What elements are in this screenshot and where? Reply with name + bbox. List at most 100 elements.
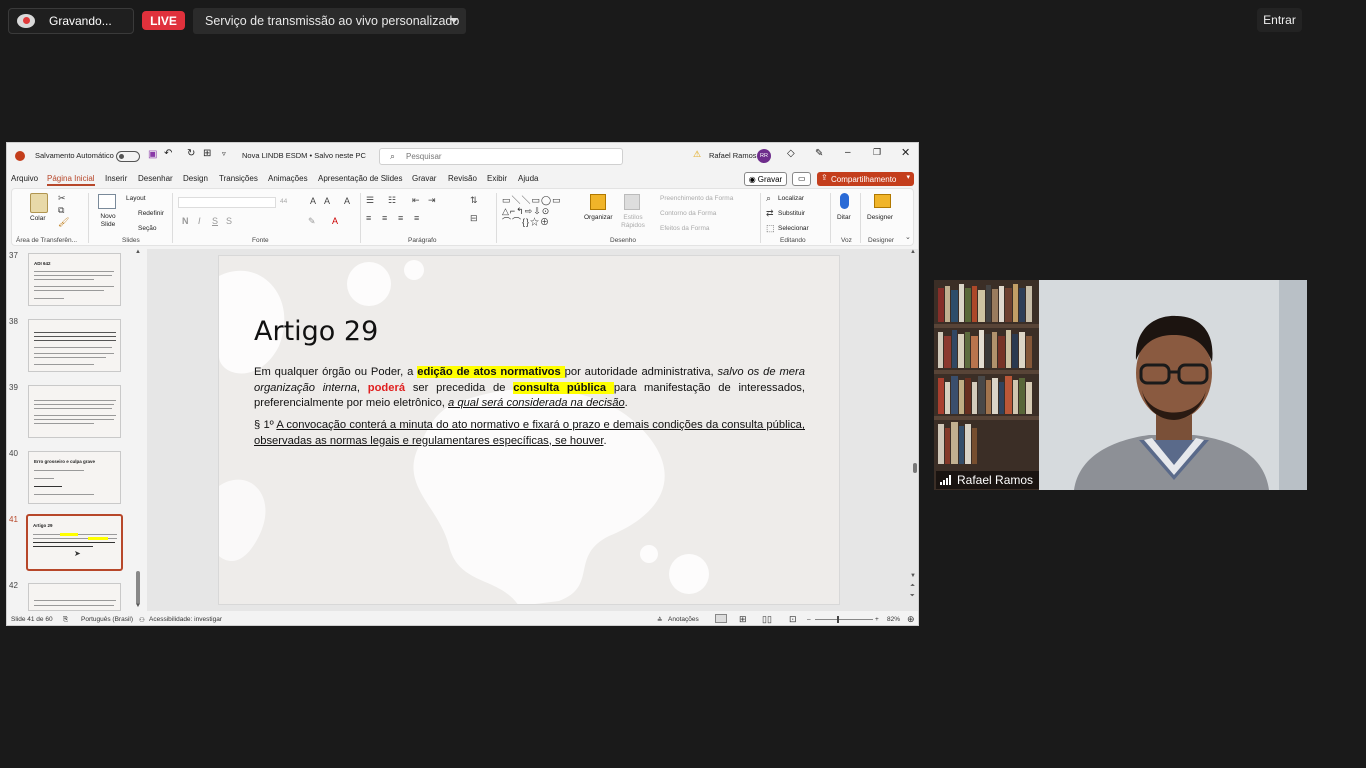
collapse-ribbon-icon[interactable]: ⌄ xyxy=(905,233,911,241)
microphone-icon[interactable] xyxy=(840,193,849,209)
language-indicator[interactable]: Português (Brasil) xyxy=(81,616,133,623)
slide-paragraph-2[interactable]: § 1º A convocação conterá a minuta do at… xyxy=(254,418,805,449)
paste-icon[interactable] xyxy=(30,193,48,213)
zoom-slider-thumb[interactable] xyxy=(837,616,839,623)
zoom-out-icon[interactable]: – xyxy=(807,616,811,623)
user-name[interactable]: Rafael Ramos xyxy=(709,151,757,160)
section-button[interactable]: Seção xyxy=(138,225,156,232)
slide-title[interactable]: Artigo 29 xyxy=(254,316,378,347)
slide-thumbnail[interactable] xyxy=(28,385,121,438)
layout-button[interactable]: Layout xyxy=(126,195,146,202)
increase-indent-icon[interactable]: ⇥ xyxy=(428,195,436,206)
shape-effects-button[interactable]: Efeitos da Forma xyxy=(660,225,710,232)
slideshow-icon[interactable]: ⊡ xyxy=(789,614,797,625)
tab-desenhar[interactable]: Desenhar xyxy=(138,174,173,183)
recording-button[interactable]: Gravando... xyxy=(8,8,134,34)
autosave-toggle[interactable] xyxy=(116,151,140,162)
font-family-select[interactable] xyxy=(178,197,276,208)
zoom-in-icon[interactable]: + xyxy=(875,616,879,623)
enter-button[interactable]: Entrar xyxy=(1257,8,1302,32)
undo-icon[interactable]: ↶ xyxy=(164,148,172,159)
align-text-icon[interactable]: ⊟ xyxy=(470,213,478,224)
scroll-up-icon[interactable]: ▲ xyxy=(910,249,916,255)
slide-thumbnail[interactable]: ADI 642 xyxy=(28,253,121,306)
arrange-icon[interactable] xyxy=(590,194,606,210)
quick-styles-icon[interactable] xyxy=(624,194,640,210)
minimize-icon[interactable]: – xyxy=(845,147,851,158)
underline-icon[interactable]: S xyxy=(212,216,218,226)
close-icon[interactable]: ✕ xyxy=(901,146,910,159)
share-button[interactable]: ⇪ Compartilhamento ▾ xyxy=(817,172,914,186)
tab-inserir[interactable]: Inserir xyxy=(105,174,127,183)
zoom-slider[interactable] xyxy=(815,619,873,620)
record-button[interactable]: ◉ Gravar xyxy=(744,172,787,186)
numbering-icon[interactable]: ☷ xyxy=(388,195,396,206)
format-painter-icon[interactable]: 🖌 xyxy=(58,217,69,228)
participant-video[interactable]: Rafael Ramos xyxy=(934,280,1307,490)
find-button[interactable]: Localizar xyxy=(778,195,804,202)
zoom-level[interactable]: 82% xyxy=(887,616,900,623)
scroll-down-icon[interactable]: ▼ xyxy=(135,603,141,609)
strikethrough-icon[interactable]: S xyxy=(226,216,232,226)
justify-icon[interactable]: ≡ xyxy=(414,213,419,223)
find-icon[interactable]: ⌕ xyxy=(766,193,771,204)
tab-arquivo[interactable]: Arquivo xyxy=(11,174,38,183)
shape-fill-button[interactable]: Preenchimento da Forma xyxy=(660,195,733,202)
replace-button[interactable]: Substituir xyxy=(778,210,805,217)
tab-animacoes[interactable]: Animações xyxy=(268,174,308,183)
highlight-icon[interactable]: ✎ xyxy=(308,216,316,227)
slide-thumbnail[interactable]: Erro grosseiro e culpa grave xyxy=(28,451,121,504)
thumbnail-scrollbar[interactable] xyxy=(136,571,140,605)
arrange-button[interactable]: Organizar xyxy=(584,214,613,221)
tab-ajuda[interactable]: Ajuda xyxy=(518,174,538,183)
accessibility-status[interactable]: Acessibilidade: investigar xyxy=(149,616,222,623)
select-button[interactable]: Selecionar xyxy=(778,225,809,232)
reset-button[interactable]: Redefinir xyxy=(138,210,164,217)
cut-icon[interactable]: ✂ xyxy=(58,193,66,204)
pen-icon[interactable]: ✎ xyxy=(815,148,823,159)
spellcheck-icon[interactable]: ⎘ xyxy=(63,616,68,624)
text-direction-icon[interactable]: ⇅ xyxy=(470,195,478,206)
new-slide-button[interactable]: Novo Slide xyxy=(96,213,120,229)
customize-toolbar-icon[interactable]: ▿ xyxy=(222,149,226,158)
tab-pagina-inicial[interactable]: Página Inicial xyxy=(47,174,95,186)
slide-scrollbar[interactable] xyxy=(913,463,917,473)
shapes-gallery[interactable]: ▭＼＼▭◯▭ △⌐↰⇨⇩⊙ ⌒⌒{}☆⊕ xyxy=(502,195,574,229)
tab-gravar[interactable]: Gravar xyxy=(412,174,436,183)
shape-outline-button[interactable]: Contorno da Forma xyxy=(660,210,716,217)
decrease-font-icon[interactable]: A xyxy=(324,196,330,206)
italic-icon[interactable]: I xyxy=(198,216,201,226)
dictate-button[interactable]: Ditar xyxy=(837,214,851,221)
scroll-up-icon[interactable]: ▲ xyxy=(135,249,141,255)
designer-button[interactable]: Designer xyxy=(867,214,893,221)
previous-slide-icon[interactable]: ⏶ xyxy=(910,583,915,590)
slide-paragraph-1[interactable]: Em qualquer órgão ou Poder, a edição de … xyxy=(254,365,805,412)
bullets-icon[interactable]: ☰ xyxy=(366,195,374,206)
select-icon[interactable]: ⬚ xyxy=(766,223,775,234)
document-title[interactable]: Nova LINDB ESDM • Salvo neste PC xyxy=(242,151,366,160)
tab-exibir[interactable]: Exibir xyxy=(487,174,507,183)
reading-view-icon[interactable]: ▯▯ xyxy=(762,614,772,625)
quick-styles-button[interactable]: Estilos Rápidos xyxy=(619,214,647,230)
stream-service-dropdown[interactable]: Serviço de transmissão ao vivo personali… xyxy=(193,8,466,34)
fit-to-window-icon[interactable]: ⊕ xyxy=(907,614,915,625)
align-center-icon[interactable]: ≡ xyxy=(382,213,387,223)
normal-view-icon[interactable] xyxy=(715,614,727,623)
live-badge[interactable]: LIVE xyxy=(142,11,185,30)
comments-button[interactable]: ▭ xyxy=(792,172,811,186)
align-left-icon[interactable]: ≡ xyxy=(366,213,371,223)
designer-icon[interactable] xyxy=(874,194,891,208)
tab-transicoes[interactable]: Transições xyxy=(219,174,258,183)
increase-font-icon[interactable]: A xyxy=(310,196,316,206)
clear-format-icon[interactable]: A xyxy=(344,196,350,206)
paste-button[interactable]: Colar xyxy=(30,215,46,222)
restore-icon[interactable]: ❐ xyxy=(873,147,881,158)
search-input[interactable]: ⌕ Pesquisar xyxy=(379,148,623,165)
align-right-icon[interactable]: ≡ xyxy=(398,213,403,223)
present-icon[interactable]: ⊞ xyxy=(203,148,211,159)
next-slide-icon[interactable]: ⏷ xyxy=(910,593,915,600)
scroll-down-icon[interactable]: ▼ xyxy=(910,573,916,579)
replace-icon[interactable]: ⇄ xyxy=(766,208,774,219)
slide-thumbnail[interactable] xyxy=(28,319,121,372)
redo-icon[interactable]: ↻ xyxy=(187,148,195,159)
